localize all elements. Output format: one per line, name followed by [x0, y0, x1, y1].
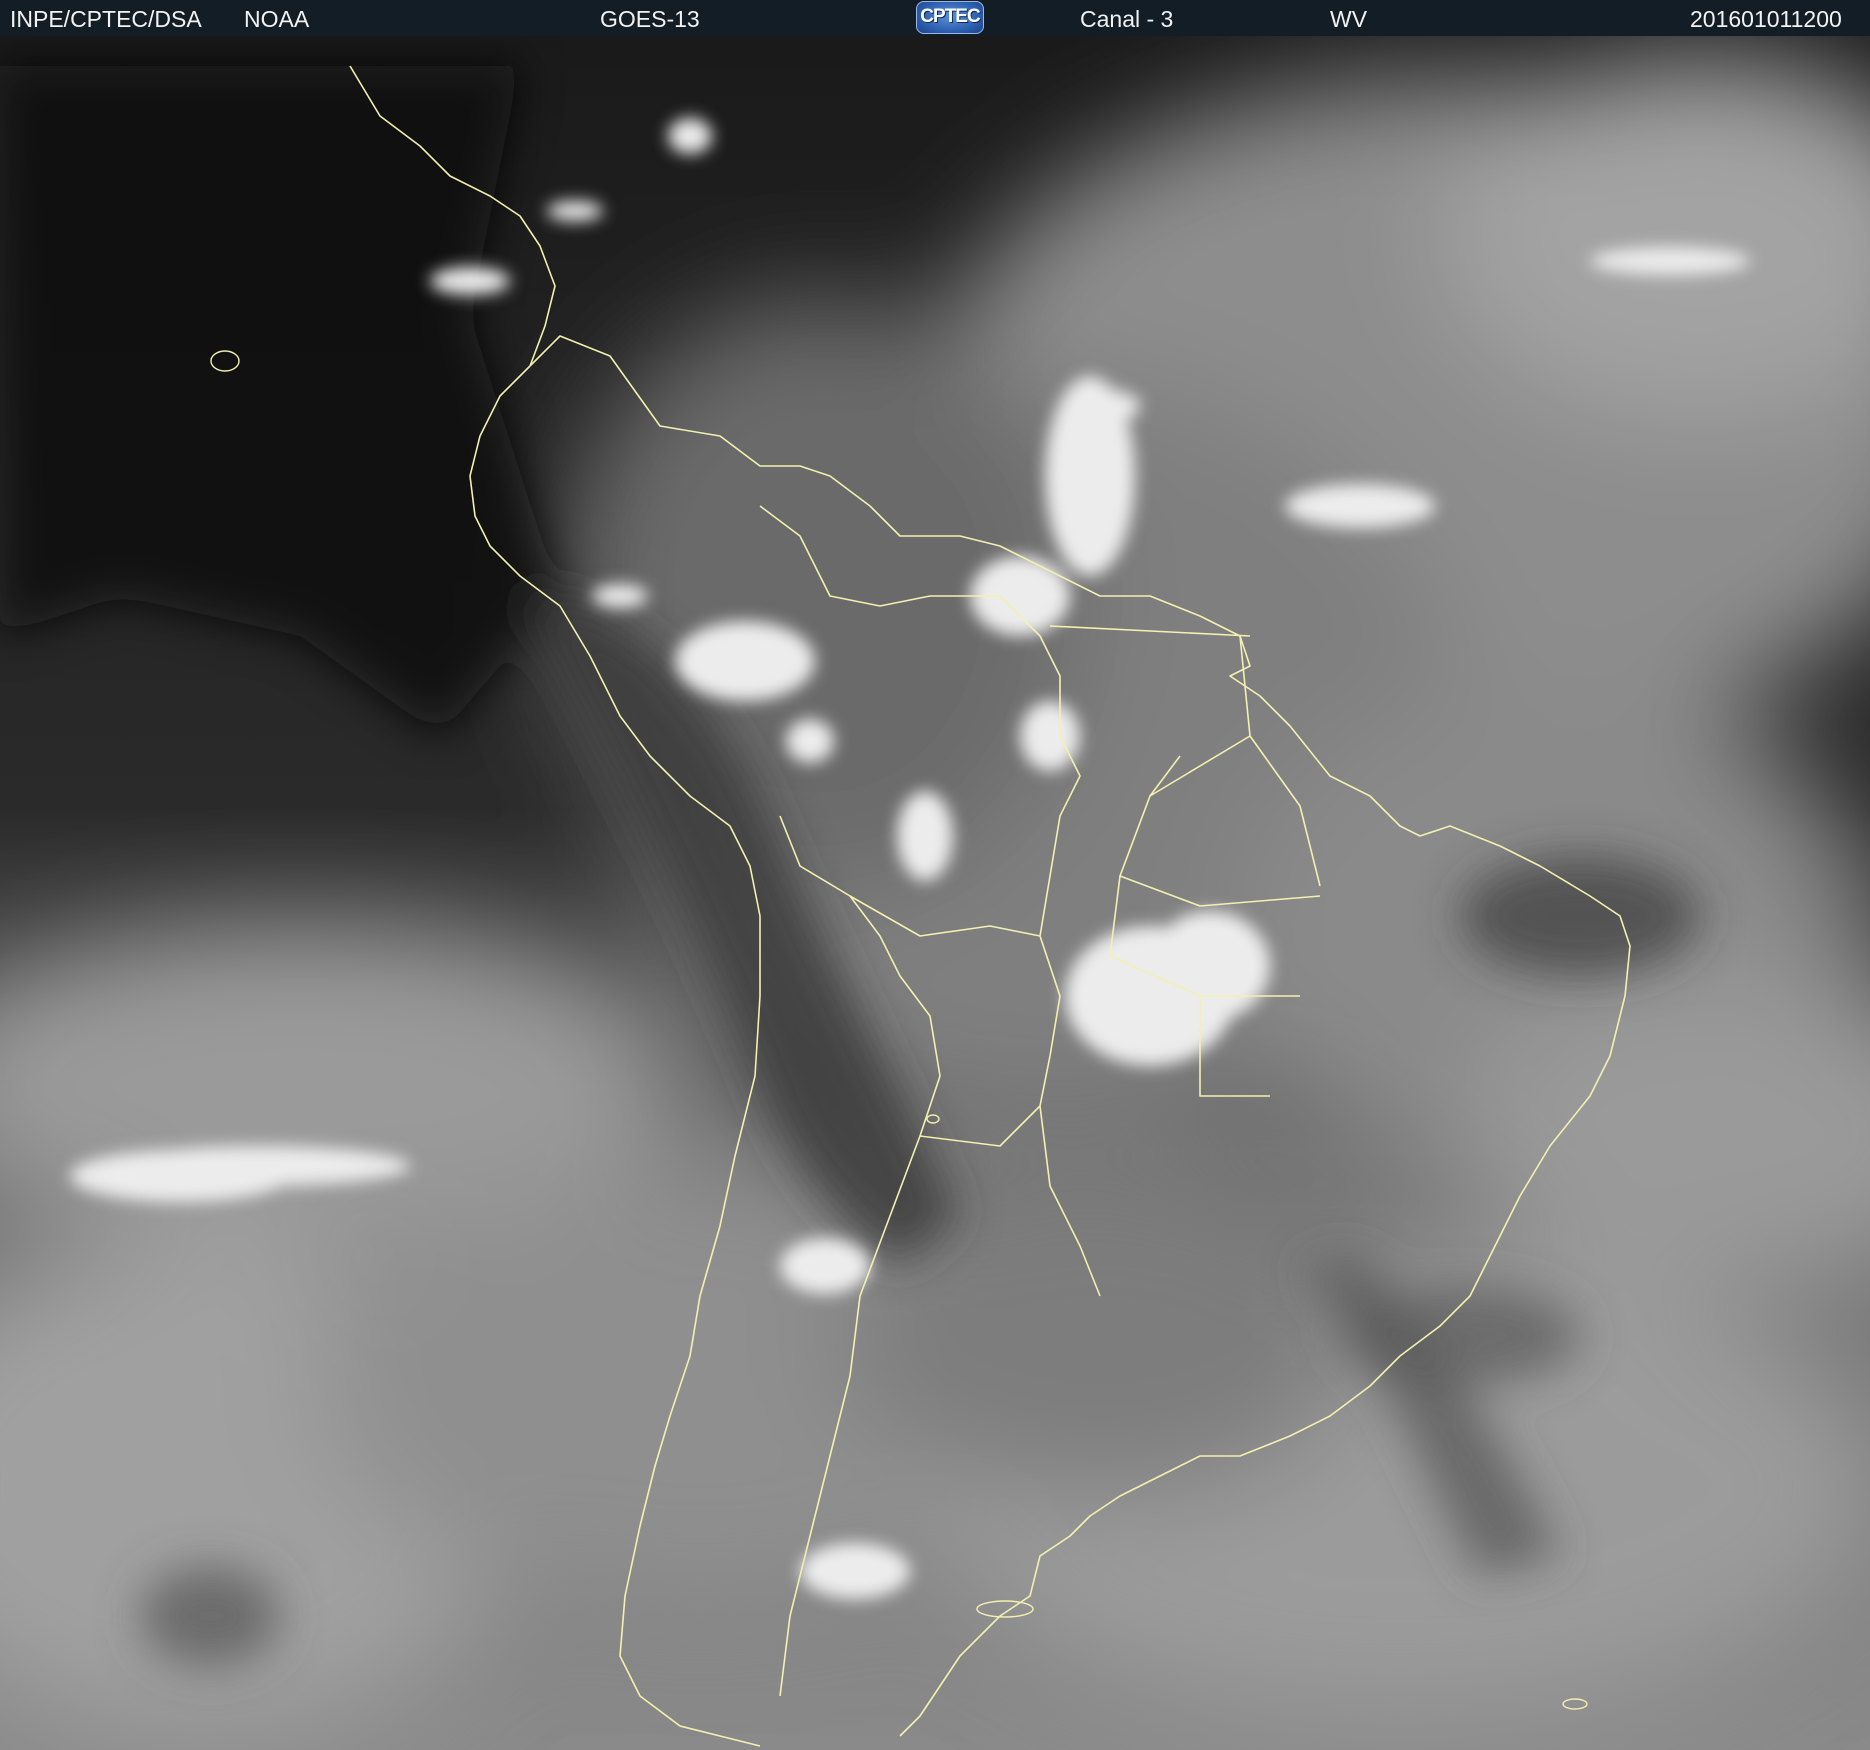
- cptec-logo: CPTEC: [916, 1, 984, 34]
- timestamp-label: 201601011200: [1690, 6, 1842, 32]
- agency-label: INPE/CPTEC/DSA: [10, 6, 202, 32]
- satellite-image: [0, 36, 1870, 1750]
- image-header-bar: INPE/CPTEC/DSA NOAA GOES-13 CPTEC Canal …: [0, 0, 1870, 36]
- channel-label: Canal - 3: [1080, 6, 1174, 32]
- product-label: WV: [1330, 6, 1368, 32]
- source-label: NOAA: [244, 6, 310, 32]
- satellite-label: GOES-13: [600, 6, 700, 32]
